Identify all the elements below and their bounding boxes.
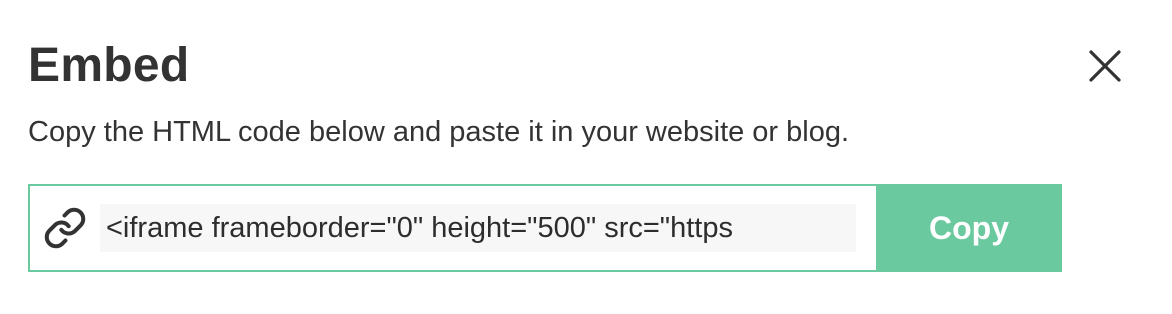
link-icon bbox=[30, 186, 100, 270]
close-button[interactable] bbox=[1082, 44, 1128, 90]
copy-button[interactable]: Copy bbox=[876, 184, 1062, 272]
dialog-title: Embed bbox=[28, 39, 190, 92]
embed-code-row: Copy bbox=[28, 184, 1062, 272]
close-icon bbox=[1088, 49, 1122, 86]
embed-code-input[interactable] bbox=[100, 204, 856, 252]
dialog-description: Copy the HTML code below and paste it in… bbox=[28, 116, 850, 148]
embed-dialog: Embed Copy the HTML code below and paste… bbox=[0, 0, 1172, 314]
embed-code-box bbox=[28, 184, 876, 272]
